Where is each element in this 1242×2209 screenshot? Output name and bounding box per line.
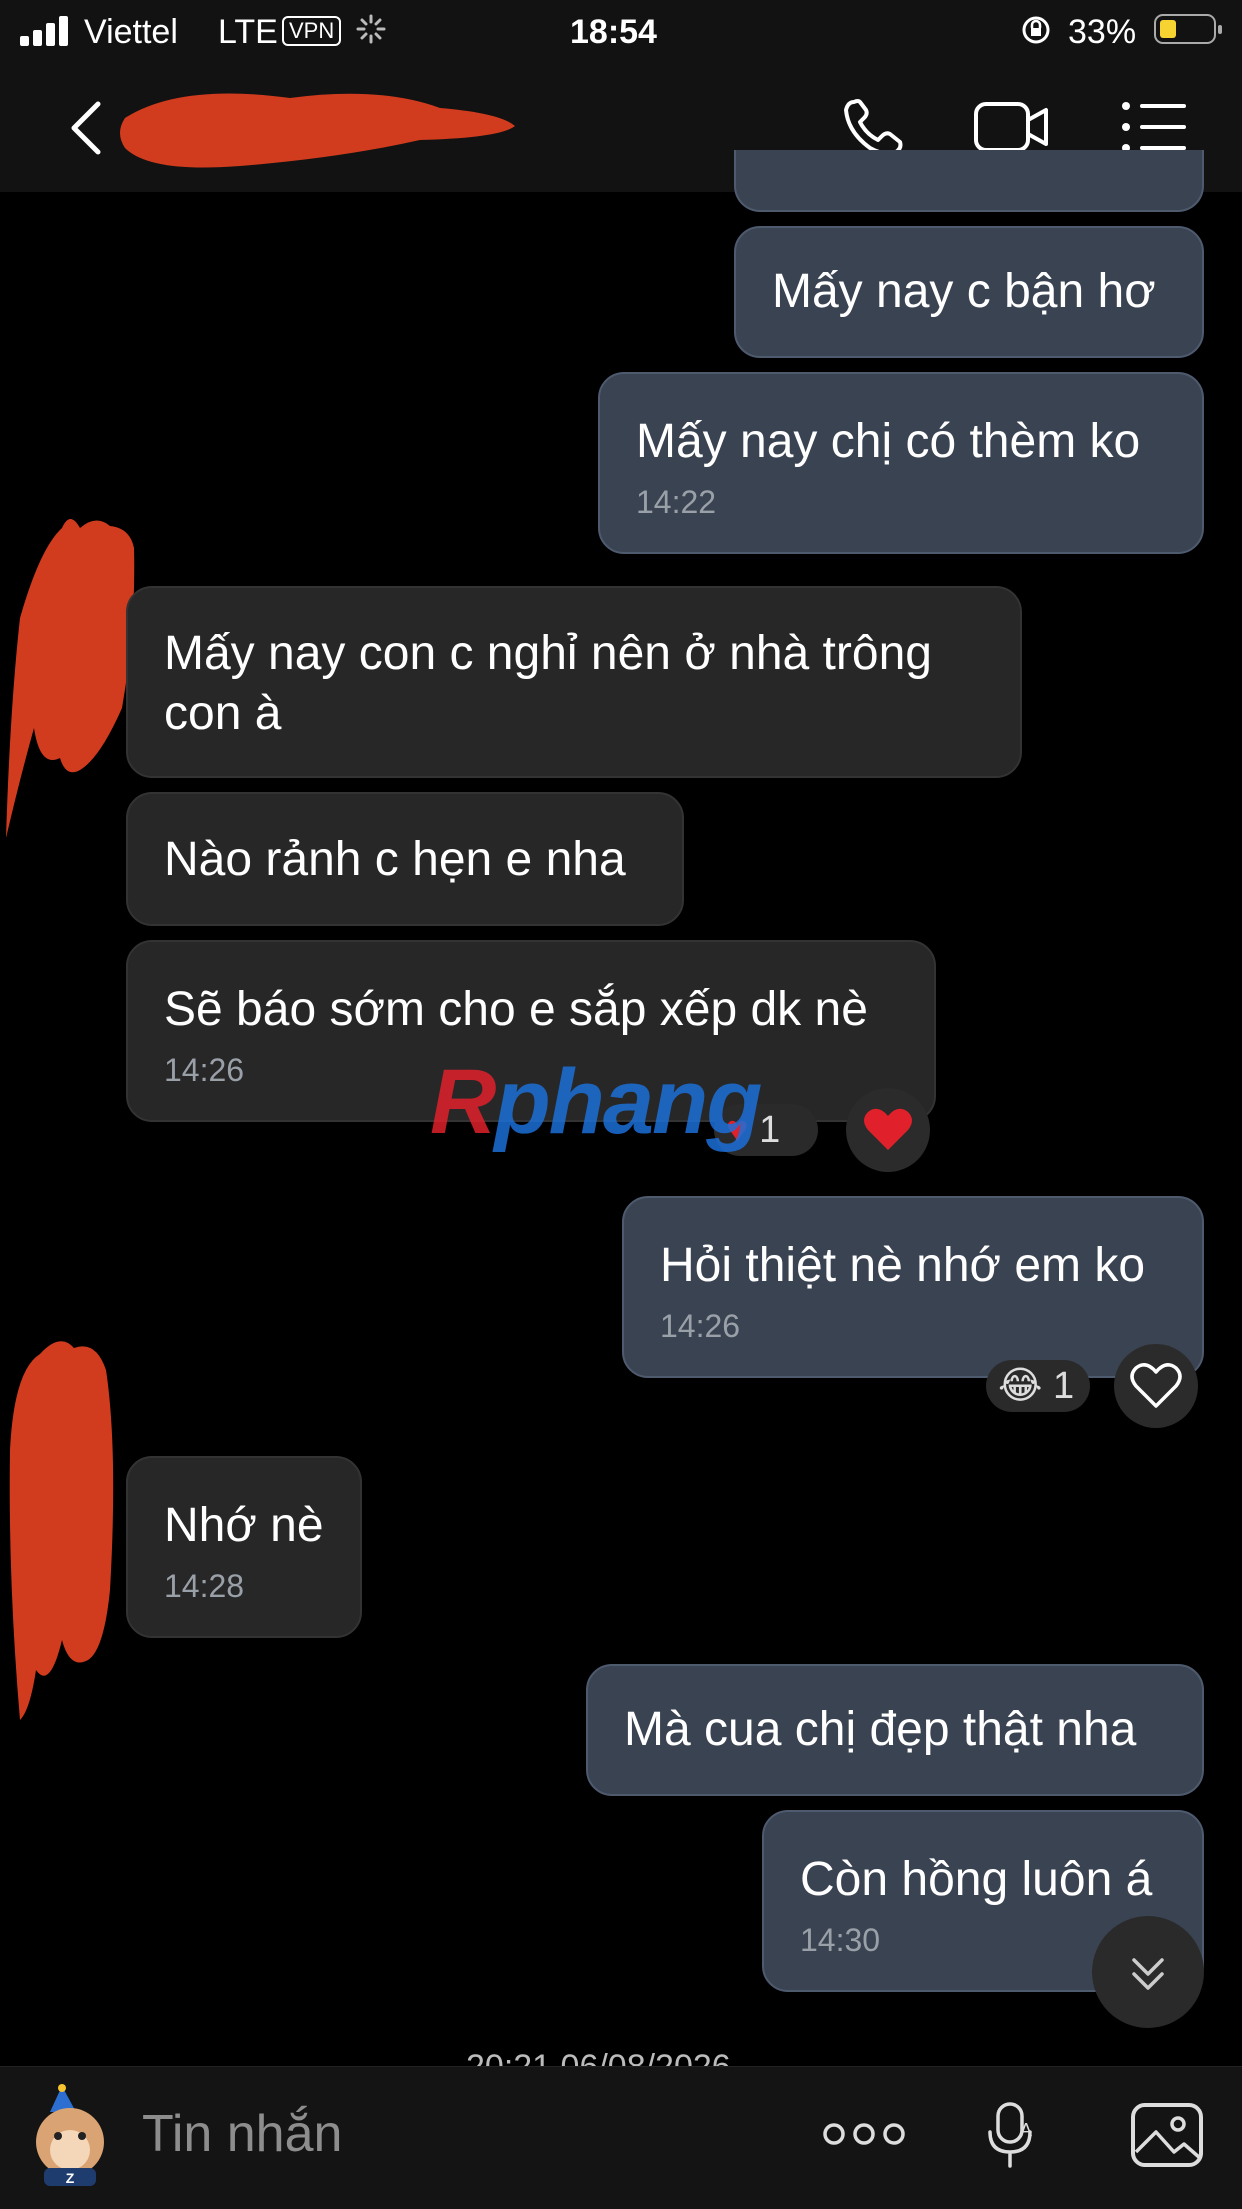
message-text: Mấy nay con c nghỉ nên ở nhà trông con à <box>164 627 932 740</box>
voice-input-button[interactable]: A <box>984 2100 1038 2170</box>
message-text: Mấy nay chị có thèm ko <box>636 415 1141 468</box>
react-button[interactable] <box>846 1088 930 1172</box>
message-text: Mà cua chị đẹp thật nha <box>624 1703 1137 1756</box>
laughing-face-icon: 😂 <box>998 1365 1043 1407</box>
mascot-sticker-icon: Z <box>36 2084 104 2186</box>
svg-text:A: A <box>1020 2120 1032 2140</box>
message-bubble[interactable]: Mấy nay con c nghỉ nên ở nhà trông con à <box>126 586 1022 778</box>
chevron-left-icon <box>71 101 101 155</box>
message-bubble-partial <box>734 150 1204 212</box>
battery-icon <box>1154 14 1222 44</box>
message-time: 14:28 <box>164 1568 245 1604</box>
message-time: 14:22 <box>636 484 717 520</box>
heart-icon <box>864 1108 912 1150</box>
message-text: Nào rảnh c hẹn e nha <box>164 833 626 886</box>
message-text: Còn hồng luôn á <box>800 1853 1153 1906</box>
react-button[interactable] <box>1114 1344 1198 1428</box>
double-chevron-down-icon <box>1132 1958 1164 1990</box>
reaction-count: 1 <box>759 1109 781 1151</box>
reaction-summary[interactable]: 😂 1 <box>986 1360 1090 1412</box>
network-type: LTE <box>218 13 278 51</box>
back-button[interactable] <box>64 96 108 160</box>
image-picker-button[interactable] <box>1130 2102 1204 2168</box>
message-text: Hỏi thiệt nè nhớ em ko <box>660 1239 1146 1292</box>
image-icon <box>1131 2103 1203 2167</box>
reaction-count: 1 <box>1052 1365 1075 1407</box>
redacted-avatar <box>0 508 140 848</box>
carrier-name: Viettel <box>84 13 178 51</box>
message-bubble[interactable]: Nhớ nè 14:28 <box>126 1456 362 1638</box>
loading-spinner-icon <box>356 14 386 44</box>
message-time: 14:26 <box>660 1308 741 1344</box>
rotation-lock-icon <box>1020 14 1052 46</box>
watermark: Rphang <box>430 1051 762 1153</box>
battery-percent: 33% <box>1068 13 1137 51</box>
microphone-icon: A <box>988 2102 1032 2168</box>
redacted-contact-name <box>120 78 520 178</box>
signal-strength-icon <box>20 16 72 46</box>
message-bubble[interactable]: Mấy nay c bận hơ <box>734 226 1204 358</box>
clock: 18:54 <box>570 13 657 51</box>
sticker-button[interactable]: Z <box>22 2084 118 2188</box>
message-input[interactable]: Tin nhắn <box>142 2104 342 2164</box>
message-bubble[interactable]: Nào rảnh c hẹn e nha <box>126 792 684 926</box>
more-button[interactable] <box>822 2114 906 2154</box>
message-bubble[interactable]: Mà cua chị đẹp thật nha <box>586 1664 1204 1796</box>
scroll-to-bottom-button[interactable] <box>1092 1916 1204 2028</box>
more-dots-icon <box>823 2123 905 2145</box>
vpn-badge: VPN <box>282 16 342 46</box>
message-text: Mấy nay c bận hơ <box>772 265 1156 318</box>
svg-text:Z: Z <box>66 2170 75 2186</box>
message-text: Nhớ nè <box>164 1499 324 1552</box>
redacted-avatar <box>0 1330 120 1730</box>
heart-outline-icon <box>1130 1363 1182 1408</box>
message-text: Sẽ báo sớm cho e sắp xếp dk nè <box>164 983 868 1036</box>
message-bubble[interactable]: Mấy nay chị có thèm ko 14:22 <box>598 372 1204 554</box>
